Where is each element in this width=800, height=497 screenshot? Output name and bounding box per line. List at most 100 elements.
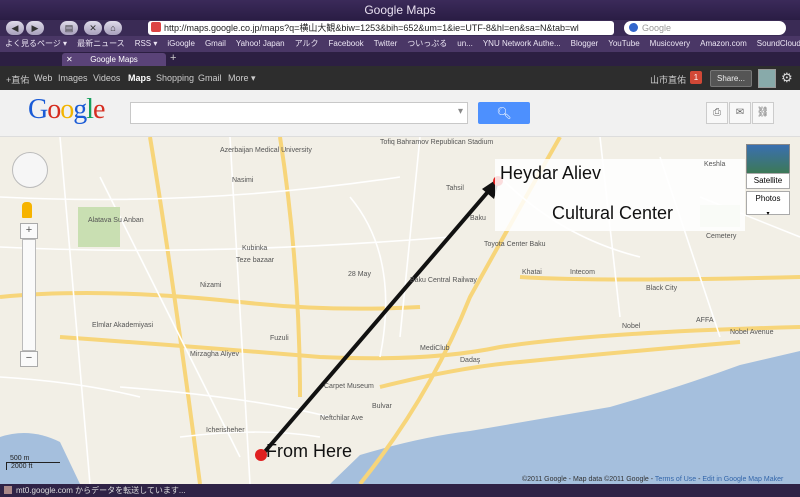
user-name[interactable]: 山市直佑 xyxy=(650,73,686,86)
map-label: Dadaş xyxy=(460,357,481,364)
stop-button[interactable]: ✕ xyxy=(84,21,102,35)
copyright-text: ©2011 Google - Map data ©2011 Google - xyxy=(522,476,654,483)
new-tab-button[interactable]: + xyxy=(170,52,176,64)
scale-imperial: 2000 ft xyxy=(6,463,41,470)
sea-area xyxy=(330,351,800,484)
map-label: Tofiq Bahramov Republican Stadium xyxy=(380,139,494,146)
logo-letter: e xyxy=(93,94,105,125)
bookmark-item[interactable]: アルク xyxy=(295,39,319,48)
browser-search-placeholder: Google xyxy=(642,23,672,33)
bookmark-item[interactable]: iGoogle xyxy=(167,39,195,48)
annotation-destination-line1: Heydar Aliev xyxy=(500,163,602,183)
bookmark-item[interactable]: Facebook xyxy=(329,39,364,48)
logo-letter: o xyxy=(60,94,74,125)
gbar-link-videos[interactable]: Videos xyxy=(93,73,120,83)
scale-metric: 500 m xyxy=(6,455,60,463)
home-icon[interactable]: ⌂ xyxy=(104,21,122,35)
gear-icon[interactable]: ⚙ xyxy=(781,70,793,86)
tab-google-maps[interactable]: ✕ Google Maps xyxy=(62,53,166,66)
map-label: Intecom xyxy=(570,269,595,276)
reader-button[interactable]: ▤ xyxy=(60,21,78,35)
bookmark-item[interactable]: Amazon.com xyxy=(700,39,747,48)
bookmark-item[interactable]: Twitter xyxy=(374,39,398,48)
gbar-link-images[interactable]: Images xyxy=(58,73,88,83)
map-label: Kubinka xyxy=(242,245,268,252)
bookmark-item[interactable]: Blogger xyxy=(571,39,599,48)
gbar-link-maps[interactable]: Maps xyxy=(128,73,151,83)
google-logo[interactable]: Google xyxy=(28,94,105,126)
status-bar: mt0.google.com からデータを転送しています... xyxy=(0,484,800,497)
browser-search-input[interactable]: Google xyxy=(624,21,786,35)
bookmark-item[interactable]: よく見るページ ▾ xyxy=(5,39,67,48)
pan-control[interactable] xyxy=(12,152,48,188)
bookmark-item[interactable]: YNU Network Authe... xyxy=(483,39,561,48)
email-icon[interactable]: ✉ xyxy=(729,102,751,124)
bookmark-item[interactable]: un... xyxy=(457,39,473,48)
map-label: Nobel Avenue xyxy=(730,329,774,336)
window-title: Google Maps xyxy=(0,0,800,20)
bookmark-item[interactable]: Yahoo! Japan xyxy=(236,39,285,48)
logo-letter: o xyxy=(47,94,61,125)
bookmark-item[interactable]: RSS ▾ xyxy=(135,39,158,48)
gbar-link-web[interactable]: Web xyxy=(34,73,52,83)
print-icon[interactable]: ⎙ xyxy=(706,102,728,124)
satellite-button[interactable]: Satellite xyxy=(746,173,790,189)
url-bar[interactable]: http://maps.google.co.jp/maps?q=横山大観&biw… xyxy=(148,21,614,35)
status-text: mt0.google.com からデータを転送しています... xyxy=(16,486,186,495)
bookmark-item[interactable]: ついっぷる xyxy=(407,39,447,48)
search-button[interactable]: 🔍︎ xyxy=(478,102,530,124)
map-canvas[interactable]: Azerbaijan Medical University Nasimi Ala… xyxy=(0,137,800,484)
map-label: 28 May xyxy=(348,271,371,278)
chevron-down-icon: ▾ xyxy=(766,211,770,217)
gbar-link-gmail[interactable]: Gmail xyxy=(198,73,222,83)
road-major xyxy=(59,325,800,361)
bookmark-item[interactable]: 最新ニュース xyxy=(77,39,125,48)
bookmark-item[interactable]: SoundCloud xyxy=(757,39,800,48)
map-maker-link[interactable]: Edit in Google Map Maker xyxy=(702,476,783,483)
map-label: Teze bazaar xyxy=(236,257,275,264)
google-bar: +直佑 Web Images Videos Maps Shopping Gmai… xyxy=(0,66,800,90)
road-major xyxy=(278,137,302,398)
road-major xyxy=(0,291,421,311)
map-copyright: ©2011 Google - Map data ©2011 Google - T… xyxy=(522,476,784,483)
zoom-slider[interactable] xyxy=(22,239,36,351)
bookmark-item[interactable]: Gmail xyxy=(205,39,226,48)
bookmark-item[interactable]: Musicovery xyxy=(650,39,690,48)
chevron-down-icon[interactable]: ▾ xyxy=(458,106,463,117)
logo-letter: l xyxy=(86,94,94,125)
map-label: Nobel xyxy=(622,323,641,330)
maps-search-input[interactable]: ▾ xyxy=(130,102,468,124)
back-button[interactable]: ◀ xyxy=(6,21,24,35)
map-label: Cemetery xyxy=(706,233,737,240)
zoom-out-button[interactable]: − xyxy=(20,351,38,367)
park xyxy=(78,207,120,247)
map-label: Fuzuli xyxy=(270,335,289,342)
forward-button[interactable]: ▶ xyxy=(26,21,44,35)
url-text: http://maps.google.co.jp/maps?q=横山大観&biw… xyxy=(164,23,579,33)
road-major xyxy=(148,137,202,484)
link-icon[interactable]: ⛓ xyxy=(752,102,774,124)
road-major xyxy=(519,275,800,282)
gbar-link-more[interactable]: More ▾ xyxy=(228,73,256,84)
map-label: Toyota Center Baku xyxy=(484,241,546,248)
share-button[interactable]: Share... xyxy=(710,70,752,87)
photos-button[interactable]: Photos ▾ xyxy=(746,191,790,217)
photos-label: Photos xyxy=(755,194,781,203)
map-label: Icherisheher xyxy=(206,427,245,434)
avatar[interactable] xyxy=(758,69,776,88)
pegman-icon[interactable] xyxy=(22,202,32,218)
terms-link[interactable]: Terms of Use xyxy=(655,476,696,483)
notification-badge[interactable]: 1 xyxy=(690,71,702,84)
map-label: Mirzagha Aliyev xyxy=(190,351,240,358)
map-label: Neftchilar Ave xyxy=(320,415,364,422)
annotation-origin: From Here xyxy=(266,441,353,461)
bookmark-item[interactable]: YouTube xyxy=(608,39,639,48)
map-label: Baku xyxy=(470,215,486,222)
gbar-link-profile[interactable]: +直佑 xyxy=(6,73,29,86)
zoom-in-button[interactable]: + xyxy=(20,223,38,239)
logo-letter: g xyxy=(73,94,87,125)
gbar-link-shopping[interactable]: Shopping xyxy=(156,73,194,83)
map-label: Nasimi xyxy=(232,177,254,184)
map-label: Baku Central Railway xyxy=(410,277,477,284)
tab-close-icon[interactable]: ✕ xyxy=(66,53,73,66)
